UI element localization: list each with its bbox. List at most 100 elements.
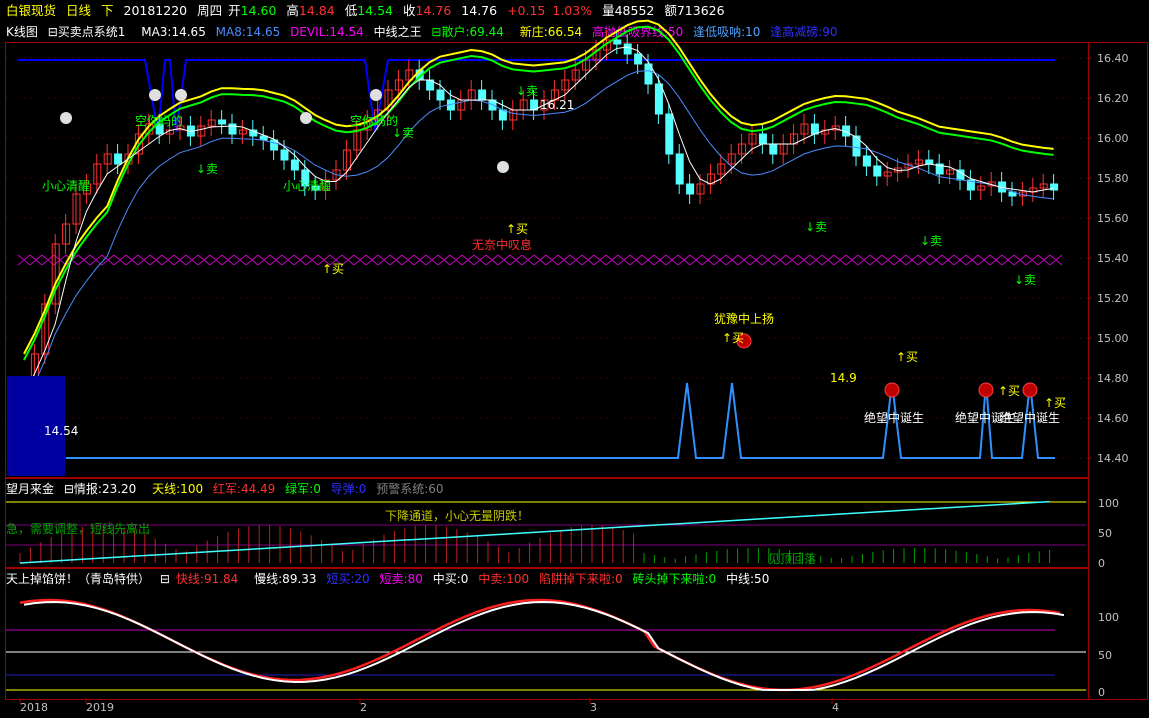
caution-label-2: 小心清醒 — [283, 179, 332, 193]
candle-body — [925, 159, 934, 165]
candle-body — [758, 133, 767, 145]
panel2-sky-line — [19, 500, 1050, 564]
x-axis-label: 4 — [832, 701, 839, 714]
candle-body — [623, 43, 632, 55]
caution-label-1: 小心清醒 — [42, 179, 91, 193]
panel3-fast-line — [19, 598, 1061, 692]
candle-body — [634, 53, 643, 65]
x-axis-label: 3 — [590, 701, 597, 714]
candle-body — [228, 123, 237, 135]
candle-body — [873, 165, 882, 177]
panel2-guide: 导弹:0 — [330, 482, 367, 496]
panel2-green: 绿军:0 — [285, 482, 321, 496]
buy-signal-2: ↑买 — [506, 222, 529, 236]
candle-body — [218, 119, 227, 125]
retail-line — [23, 25, 1054, 361]
y-tick-label: 15.40 — [1097, 252, 1129, 265]
panel3-trap: 陷阱掉下来啦:0 — [538, 572, 623, 586]
panel3-title[interactable]: 天上掉馅饼！（青岛特供） — [6, 572, 150, 586]
sell-signal-3: ↓卖 — [392, 126, 415, 140]
panel2-y-label: 100 — [1098, 497, 1119, 510]
panel2-header: 望月来金 ⊟情报:23.20 天线:100 红军:44.49 绿军:0 导弹:0… — [6, 480, 450, 498]
signal-dot — [1022, 382, 1038, 398]
panel2-left-note: 急，需要调整，短线先离出 — [6, 522, 151, 536]
y-tick-label: 14.40 — [1097, 452, 1129, 465]
face-icon — [370, 89, 382, 101]
mark-149-label: 14.9 — [830, 371, 857, 385]
candle-body — [862, 155, 871, 167]
y-tick-label: 15.00 — [1097, 332, 1129, 345]
candle-body — [769, 143, 778, 155]
panel2-red: 红军:44.49 — [212, 482, 276, 496]
sell-signal-6: ↓卖 — [1014, 273, 1037, 287]
sell-signal-1: ↓卖 — [196, 162, 219, 176]
chart-canvas[interactable]: 16.40 16.20 16.00 15.80 15.60 15.40 15.20 15.00… — [0, 0, 1149, 718]
y-tick-label: 15.20 — [1097, 292, 1129, 305]
face-icon — [175, 89, 187, 101]
buy-signal-5: ↑买 — [998, 384, 1021, 398]
panel3-short-sell: 短卖:80 — [379, 572, 423, 586]
face-icon — [300, 112, 312, 124]
sell-signal-5: ↓卖 — [920, 234, 943, 248]
candle-body — [436, 89, 445, 101]
panel3-y-label: 100 — [1098, 611, 1119, 624]
y-tick-label: 16.40 — [1097, 52, 1129, 65]
empty-label-1: 空你妈的 — [135, 114, 184, 128]
buy-signal-3: ↑买 — [722, 331, 745, 345]
face-icon — [149, 89, 161, 101]
sell-signal-2: ↓卖 — [516, 84, 539, 98]
panel2-sky: 天线:100 — [152, 482, 204, 496]
x-axis-label: 2 — [360, 701, 367, 714]
devil-band — [17, 254, 1063, 266]
y-tick-label: 14.80 — [1097, 372, 1129, 385]
panel2-warn: 预警系统:60 — [376, 482, 444, 496]
signal-dot — [978, 382, 994, 398]
candle-body — [498, 109, 507, 121]
panel3-mid-buy: 中买:0 — [432, 572, 469, 586]
panel3-mid-sell: 中卖:100 — [478, 572, 530, 586]
y-tick-label: 16.00 — [1097, 132, 1129, 145]
signal-dot — [884, 382, 900, 398]
face-icon — [60, 112, 72, 124]
panel3-brick: 砖头掉下来啦:0 — [632, 572, 717, 586]
high-price-label: 16.21 — [540, 98, 575, 112]
panel3-short-buy: 短买:20 — [326, 572, 370, 586]
sell-signal-4: ↓卖 — [805, 220, 828, 234]
panel3-header: 天上掉馅饼！（青岛特供） ⊟ 快线:91.84 慢线:89.33 短买:20 短卖… — [6, 570, 775, 588]
sigh-label: 无奈中叹息 — [472, 238, 533, 252]
despair-label-3: 绝望中诞生 — [1000, 411, 1061, 425]
face-icon — [497, 161, 509, 173]
panel2-intel-text: 情报:23.20 — [73, 482, 137, 496]
panel3-slow: 慢线:89.33 — [254, 572, 317, 586]
x-axis-label: 2018 — [20, 701, 48, 714]
despair-label-1: 绝望中诞生 — [864, 411, 925, 425]
candle-body — [665, 113, 674, 155]
empty-label-2: 空你妈的 — [350, 114, 399, 128]
candle-body — [613, 39, 622, 45]
panel3-fast-text: 快线:91.84 — [175, 572, 239, 586]
candle-body — [280, 149, 289, 161]
panel3-slow-line — [23, 601, 1065, 691]
buy-signal-1: ↑买 — [322, 262, 345, 276]
y-tick-label: 14.60 — [1097, 412, 1129, 425]
panel3-fast[interactable]: ⊟ 快线:91.84 — [160, 572, 244, 586]
panel2-intel[interactable]: ⊟情报:23.20 — [64, 482, 142, 496]
hesitate-label: 犹豫中上扬 — [714, 312, 775, 326]
buy-signal-6: ↑买 — [1044, 396, 1067, 410]
buy-signal-4: ↑买 — [896, 350, 919, 364]
y-tick-label: 15.80 — [1097, 172, 1129, 185]
panel2-notice: 下降通道，小心无量阴跌！ — [385, 509, 530, 523]
candle-body — [290, 159, 299, 171]
panel2-y-label: 50 — [1098, 527, 1112, 540]
low-price-label: 14.54 — [44, 424, 79, 438]
y-tick-label: 16.20 — [1097, 92, 1129, 105]
candle-body — [686, 183, 695, 195]
panel2-bottom-note: 见顶回落 — [768, 552, 817, 566]
panel2-title[interactable]: 望月来金 — [6, 482, 54, 496]
panel2-y-label: 0 — [1098, 557, 1105, 570]
panel3-midline: 中线:50 — [726, 572, 770, 586]
panel3-y-label: 0 — [1098, 686, 1105, 699]
candle-body — [478, 89, 487, 101]
panel3-y-label: 50 — [1098, 649, 1112, 662]
x-axis-label: 2019 — [86, 701, 114, 714]
